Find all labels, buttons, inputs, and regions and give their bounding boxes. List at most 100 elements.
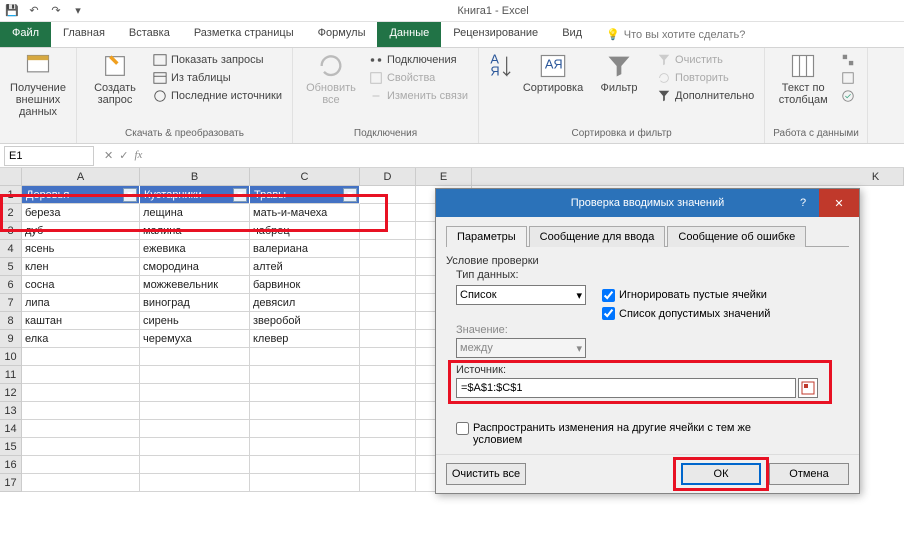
close-icon[interactable]: ✕ — [819, 189, 859, 217]
show-queries-button[interactable]: Показать запросы — [151, 52, 284, 68]
tab-page-layout[interactable]: Разметка страницы — [182, 22, 306, 47]
cell[interactable]: елка — [22, 330, 140, 348]
cell[interactable] — [250, 438, 360, 456]
cell[interactable] — [250, 384, 360, 402]
properties-button[interactable]: Свойства — [367, 70, 470, 86]
from-table-button[interactable]: Из таблицы — [151, 70, 284, 86]
sort-az-button[interactable]: АЯ — [487, 52, 517, 104]
row-header[interactable]: 17 — [0, 474, 22, 492]
cell[interactable] — [140, 438, 250, 456]
new-query-button[interactable]: Создать запрос — [85, 52, 145, 106]
row-header[interactable]: 9 — [0, 330, 22, 348]
tab-formulas[interactable]: Формулы — [306, 22, 378, 47]
column-header[interactable]: K — [848, 168, 904, 185]
row-header[interactable]: 2 — [0, 204, 22, 222]
cell[interactable]: чабрец — [250, 222, 360, 240]
filter-dropdown-icon[interactable]: ▾ — [343, 188, 357, 202]
cell[interactable] — [360, 330, 416, 348]
column-header[interactable]: C — [250, 168, 360, 185]
qat-dropdown-icon[interactable]: ▾ — [70, 3, 86, 19]
cell[interactable] — [360, 276, 416, 294]
cell[interactable]: мать-и-мачеха — [250, 204, 360, 222]
cell[interactable] — [140, 474, 250, 492]
save-icon[interactable]: 💾 — [4, 3, 20, 19]
cell[interactable] — [250, 366, 360, 384]
row-header[interactable]: 8 — [0, 312, 22, 330]
cell[interactable] — [140, 456, 250, 474]
cell[interactable]: Деревья▾ — [22, 186, 140, 204]
cell[interactable]: сосна — [22, 276, 140, 294]
row-header[interactable]: 14 — [0, 420, 22, 438]
tab-data[interactable]: Данные — [377, 22, 441, 47]
remove-duplicates-button[interactable] — [839, 70, 857, 86]
row-header[interactable]: 6 — [0, 276, 22, 294]
cell[interactable] — [22, 438, 140, 456]
cell[interactable] — [360, 366, 416, 384]
row-header[interactable]: 15 — [0, 438, 22, 456]
cell[interactable]: каштан — [22, 312, 140, 330]
column-header[interactable]: D — [360, 168, 416, 185]
cell[interactable] — [360, 348, 416, 366]
cell[interactable] — [22, 348, 140, 366]
undo-icon[interactable]: ↶ — [26, 3, 42, 19]
filter-dropdown-icon[interactable]: ▾ — [123, 188, 137, 202]
cell[interactable]: зверобой — [250, 312, 360, 330]
dropdown-list-checkbox[interactable]: Список допустимых значений — [602, 307, 770, 320]
cell[interactable]: ясень — [22, 240, 140, 258]
cell[interactable]: девясил — [250, 294, 360, 312]
cell[interactable] — [140, 348, 250, 366]
edit-links-button[interactable]: Изменить связи — [367, 88, 470, 104]
cell[interactable] — [360, 474, 416, 492]
cell[interactable] — [22, 402, 140, 420]
cell[interactable] — [140, 384, 250, 402]
tab-error-message[interactable]: Сообщение об ошибке — [667, 226, 806, 247]
get-external-data-button[interactable]: Получение внешних данных — [8, 52, 68, 118]
row-header[interactable]: 3 — [0, 222, 22, 240]
cell[interactable] — [360, 258, 416, 276]
cell[interactable]: липа — [22, 294, 140, 312]
recent-sources-button[interactable]: Последние источники — [151, 88, 284, 104]
advanced-button[interactable]: Дополнительно — [655, 88, 756, 104]
cell[interactable]: клевер — [250, 330, 360, 348]
column-header[interactable]: B — [140, 168, 250, 185]
cell[interactable] — [250, 474, 360, 492]
cell[interactable] — [22, 456, 140, 474]
tab-input-message[interactable]: Сообщение для ввода — [529, 226, 666, 247]
refresh-all-button[interactable]: Обновить все — [301, 52, 361, 106]
cell[interactable] — [360, 402, 416, 420]
cell[interactable] — [360, 312, 416, 330]
cell[interactable] — [360, 420, 416, 438]
cell[interactable] — [360, 456, 416, 474]
cell[interactable] — [360, 240, 416, 258]
tab-home[interactable]: Главная — [51, 22, 117, 47]
cell[interactable] — [140, 420, 250, 438]
source-input[interactable] — [456, 378, 796, 398]
cell[interactable] — [250, 456, 360, 474]
select-all-corner[interactable] — [0, 168, 22, 185]
filter-button[interactable]: Фильтр — [589, 52, 649, 104]
reapply-button[interactable]: Повторить — [655, 70, 756, 86]
range-selector-icon[interactable] — [798, 378, 818, 398]
cell[interactable]: ежевика — [140, 240, 250, 258]
cancel-formula-icon[interactable]: ✕ — [104, 149, 113, 162]
cell[interactable] — [360, 384, 416, 402]
cancel-button[interactable]: Отмена — [769, 463, 849, 485]
ok-button[interactable]: ОК — [681, 463, 761, 485]
help-icon[interactable]: ? — [789, 189, 817, 217]
clear-filter-button[interactable]: Очистить — [655, 52, 756, 68]
row-header[interactable]: 16 — [0, 456, 22, 474]
fx-icon[interactable]: fx — [134, 149, 142, 162]
cell[interactable]: береза — [22, 204, 140, 222]
cell[interactable] — [360, 204, 416, 222]
cell[interactable]: черемуха — [140, 330, 250, 348]
column-header[interactable]: E — [416, 168, 472, 185]
cell[interactable] — [140, 366, 250, 384]
cell[interactable] — [250, 348, 360, 366]
cell[interactable]: Травы▾ — [250, 186, 360, 204]
type-select[interactable]: Список▾ — [456, 285, 586, 305]
row-header[interactable]: 13 — [0, 402, 22, 420]
cell[interactable]: можжевельник — [140, 276, 250, 294]
tell-me[interactable]: 💡Что вы хотите сделать? — [594, 22, 757, 47]
row-header[interactable]: 10 — [0, 348, 22, 366]
row-header[interactable]: 1 — [0, 186, 22, 204]
